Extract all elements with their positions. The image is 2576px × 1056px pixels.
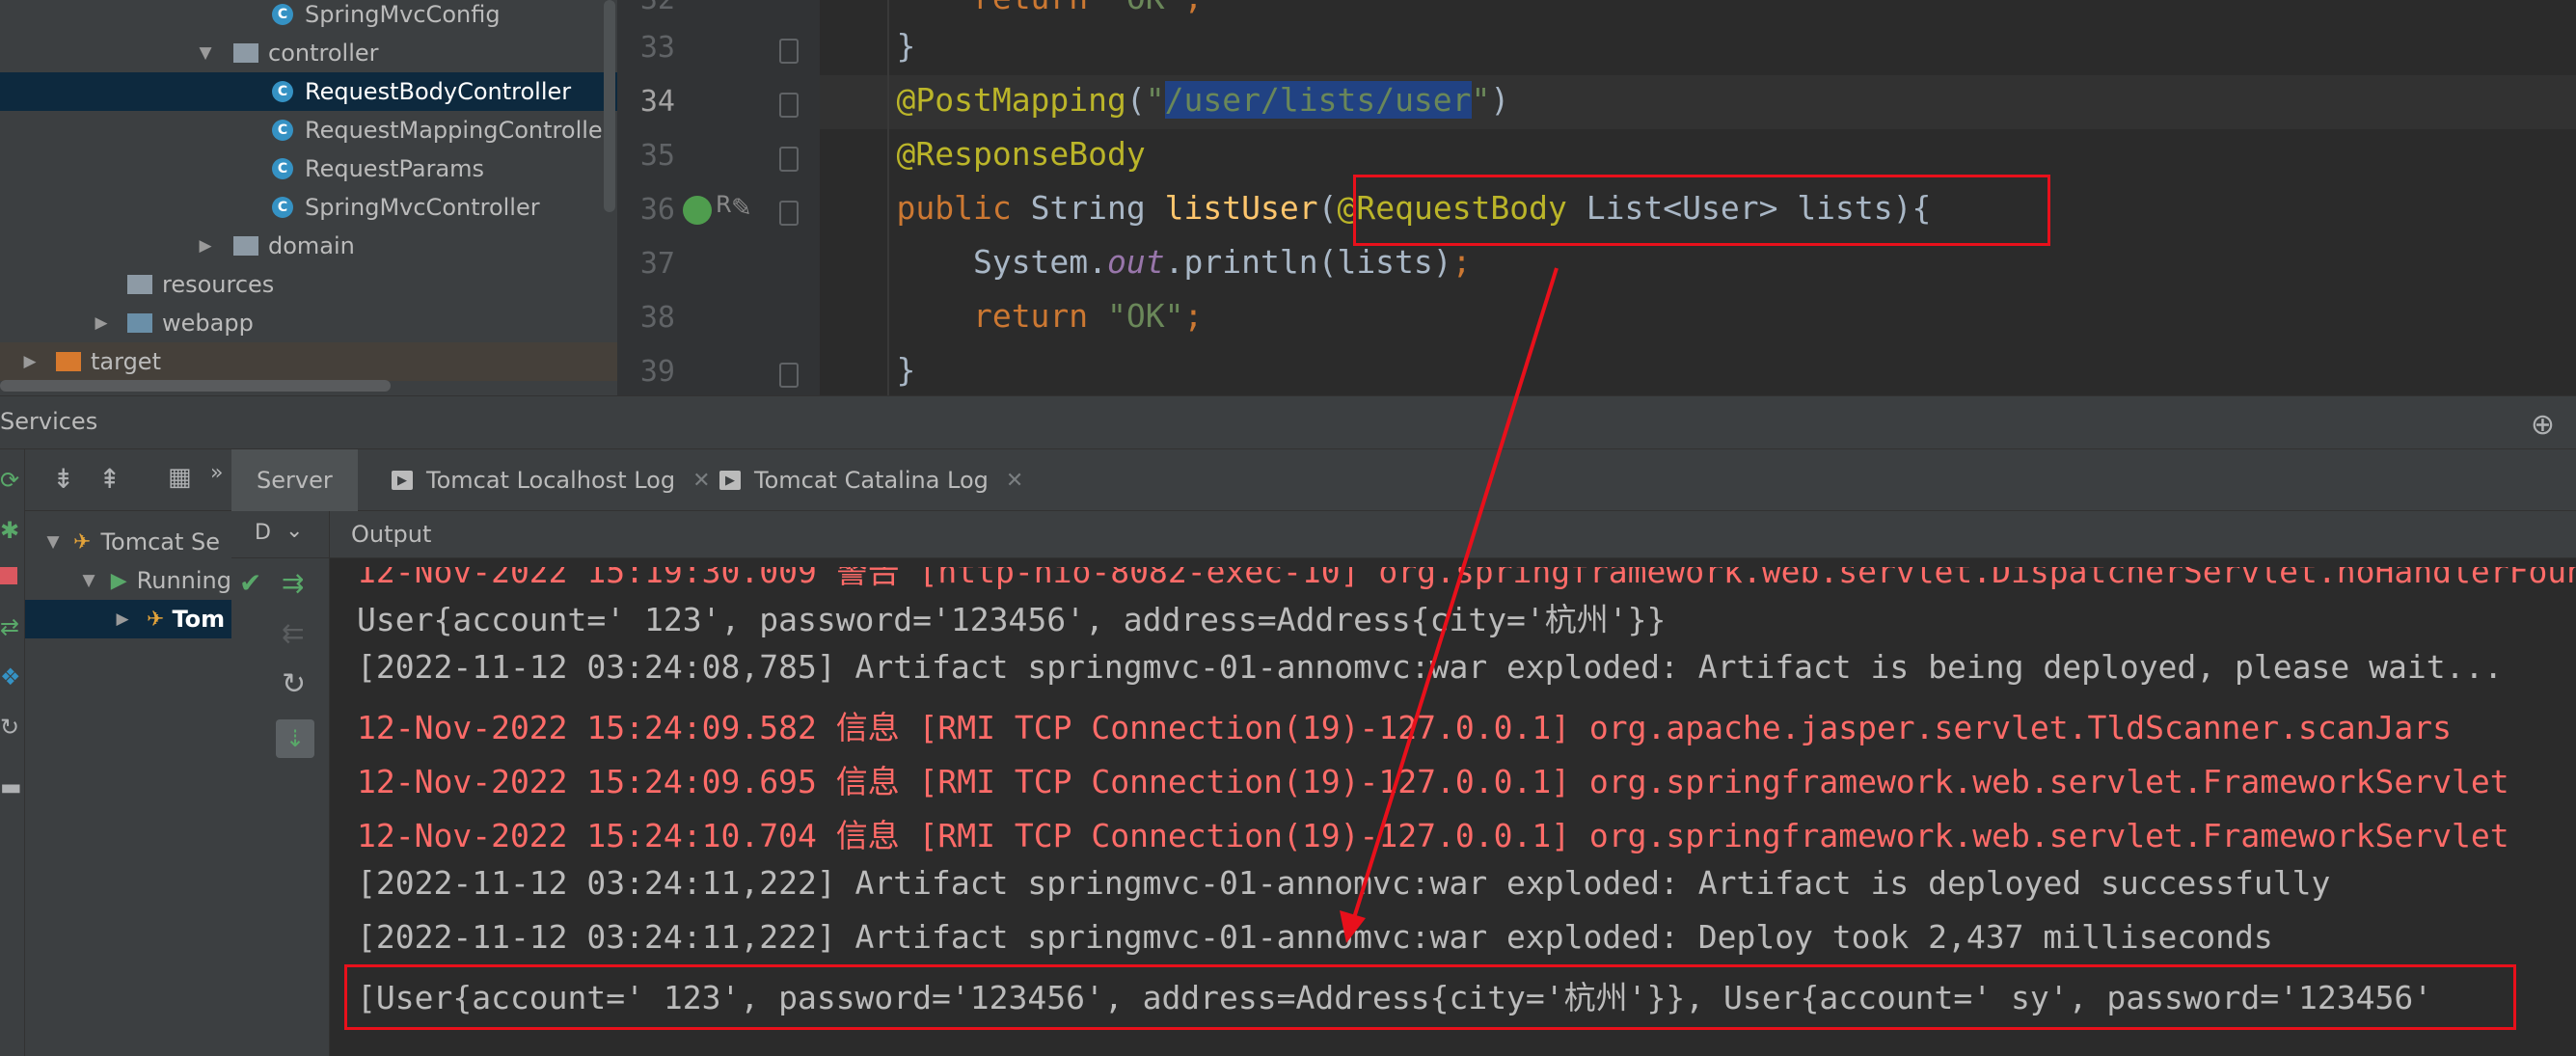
arrow-head [1340, 910, 1366, 943]
arrow-line [1351, 267, 1559, 922]
annotation-arrow [1340, 267, 1559, 943]
